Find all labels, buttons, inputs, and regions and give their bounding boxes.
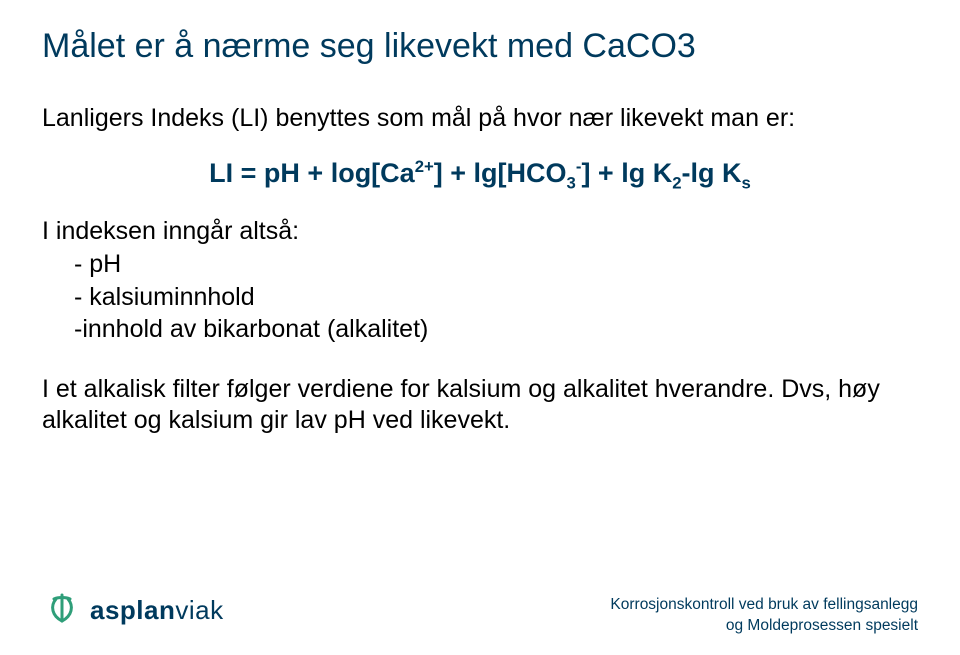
bullet-list: - pH - kalsiuminnhold -innhold av bikarb…	[42, 248, 918, 346]
logo-text: asplanviak	[90, 595, 224, 626]
formula-sup-2plus: 2+	[415, 157, 434, 176]
logo-mark-icon	[42, 588, 82, 633]
footer-line-1: Korrosjonskontroll ved bruk av fellingsa…	[610, 595, 918, 616]
formula-mid1: ] + lg[HCO	[434, 158, 567, 188]
body-paragraph: I et alkalisk filter følger verdiene for…	[42, 374, 918, 437]
logo: asplanviak	[42, 588, 224, 633]
formula-mid2: ] + lg K	[581, 158, 672, 188]
footer: Korrosjonskontroll ved bruk av fellingsa…	[610, 595, 918, 637]
formula-sub-3: 3	[567, 173, 576, 192]
list-item: - pH	[74, 248, 918, 281]
formula-sub-2: 2	[672, 173, 681, 192]
formula-prefix: LI = pH + log[Ca	[209, 158, 415, 188]
formula-mid3: -lg K	[682, 158, 742, 188]
formula: LI = pH + log[Ca2+] + lg[HCO3-] + lg K2-…	[209, 158, 751, 189]
list-item: -innhold av bikarbonat (alkalitet)	[74, 313, 918, 346]
logo-light: viak	[175, 595, 223, 625]
slide: Målet er å nærme seg likevekt med CaCO3 …	[0, 0, 960, 655]
slide-title: Målet er å nærme seg likevekt med CaCO3	[42, 26, 918, 67]
footer-line-2: og Moldeprosessen spesielt	[610, 616, 918, 637]
formula-row: LI = pH + log[Ca2+] + lg[HCO3-] + lg K2-…	[42, 158, 918, 189]
intro-text: Lanligers Indeks (LI) benyttes som mål p…	[42, 103, 918, 134]
list-item: - kalsiuminnhold	[74, 281, 918, 314]
list-intro: I indeksen inngår altså:	[42, 217, 918, 246]
formula-sub-s: s	[742, 173, 751, 192]
logo-bold: asplan	[90, 595, 175, 625]
